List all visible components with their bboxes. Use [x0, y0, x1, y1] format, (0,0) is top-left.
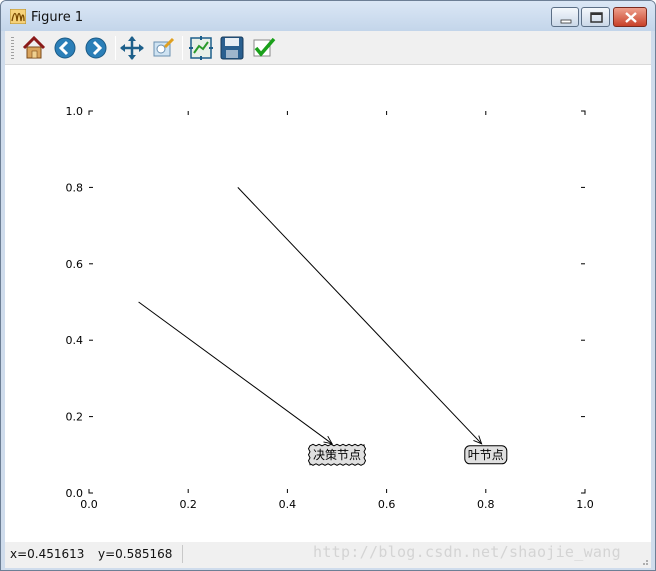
y-coordinate-readout: y=0.585168 — [98, 547, 173, 561]
annotation-label: 叶节点 — [468, 448, 504, 462]
zoom-icon[interactable] — [151, 35, 177, 61]
axis-corner — [581, 489, 586, 494]
maximize-button[interactable] — [581, 7, 610, 27]
x-tick-label: 0.2 — [179, 498, 197, 511]
y-tick-label: 0.2 — [66, 411, 84, 424]
navigation-toolbar — [5, 31, 651, 65]
axis-corner — [88, 489, 93, 494]
x-tick-label: 0.4 — [279, 498, 297, 511]
annotation-arrow — [138, 301, 333, 444]
home-icon[interactable] — [21, 35, 47, 61]
pan-icon[interactable] — [119, 35, 145, 61]
resize-grip-icon[interactable] — [639, 556, 649, 566]
axis-corner — [88, 110, 93, 115]
y-tick-label: 0.6 — [66, 258, 84, 271]
window-title: Figure 1 — [31, 10, 84, 25]
matplotlib-app-icon — [10, 9, 26, 24]
x-tick-label: 0.6 — [378, 498, 396, 511]
maximize-icon — [590, 12, 603, 23]
figure-canvas[interactable]: 0.0 0.2 0.4 0.6 0.8 1.0 0.0 0.2 0.4 0.6 0.8 1.0 决策节… — [5, 65, 651, 542]
edit-axis-icon[interactable] — [251, 35, 277, 61]
annotations: 决策节点 叶节点 — [138, 187, 508, 466]
y-tick-label: 0.0 — [66, 487, 84, 500]
x-coordinate-readout: x=0.451613 — [10, 547, 85, 561]
minimize-icon — [560, 19, 572, 24]
subplots-icon[interactable] — [188, 35, 214, 61]
y-tick-label: 0.8 — [66, 181, 84, 194]
save-icon[interactable] — [219, 35, 245, 61]
annotation-arrow — [237, 187, 482, 443]
x-tick-label: 0.8 — [477, 498, 495, 511]
toolbar-separator — [115, 36, 116, 60]
axis-corner — [581, 110, 586, 115]
annotation-label: 决策节点 — [313, 448, 361, 462]
toolbar-separator — [182, 36, 183, 60]
title-bar[interactable]: Figure 1 — [1, 1, 655, 31]
back-icon[interactable] — [52, 35, 78, 61]
toolbar-grip[interactable] — [11, 37, 14, 59]
figure-window: Figure 1 0.0 0.2 0.4 0.6 0.8 1.0 0.0 0.2… — [0, 0, 656, 571]
close-icon — [625, 12, 637, 23]
minimize-button[interactable] — [551, 7, 579, 27]
y-tick-label: 1.0 — [66, 105, 84, 118]
close-button[interactable] — [613, 7, 647, 27]
x-tick-label: 1.0 — [576, 498, 594, 511]
plot-area[interactable]: 0.0 0.2 0.4 0.6 0.8 1.00.00.20.40.60.81.0 决策节… — [5, 65, 651, 542]
status-divider — [182, 545, 183, 563]
forward-icon[interactable] — [83, 35, 109, 61]
watermark: http://blog.csdn.net/shaojie_wang — [313, 543, 621, 561]
y-tick-label: 0.4 — [66, 334, 84, 347]
